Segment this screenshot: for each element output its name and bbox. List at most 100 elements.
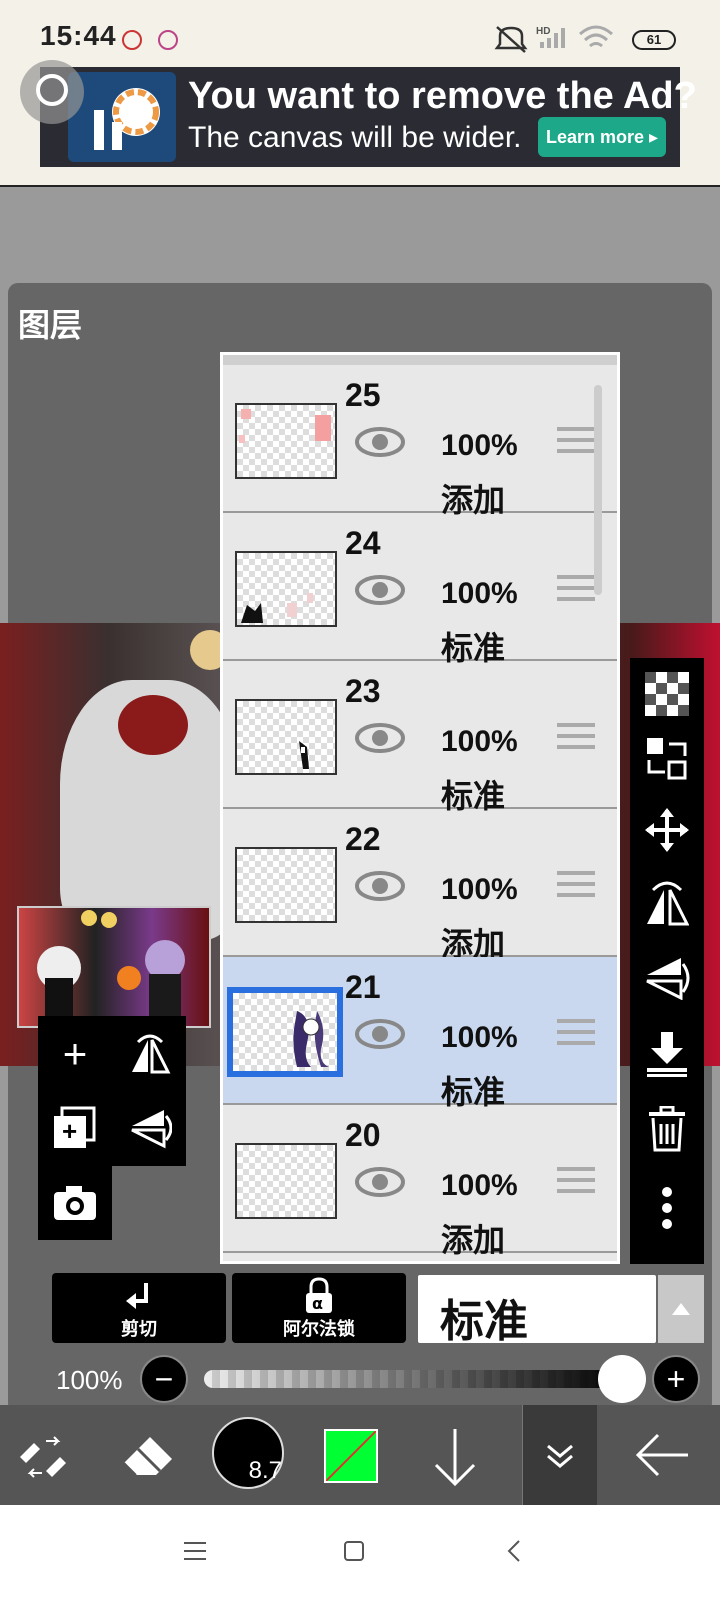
- layer-row[interactable]: 25 100% 添加: [223, 365, 617, 518]
- tool-switch-icon[interactable]: [16, 1433, 72, 1481]
- blend-mode-select[interactable]: 标准: [418, 1275, 656, 1346]
- layer-thumbnail[interactable]: [235, 699, 337, 775]
- layer-row[interactable]: 20 100% 添加: [223, 1105, 617, 1258]
- svg-text:HD: HD: [536, 26, 550, 37]
- swap-layer-icon[interactable]: [645, 736, 689, 780]
- opacity-decrease-button[interactable]: −: [140, 1355, 188, 1403]
- blend-mode-dropdown-arrow[interactable]: [658, 1275, 704, 1343]
- visibility-eye-icon[interactable]: [355, 871, 405, 901]
- layer-thumbnail[interactable]: [235, 1143, 337, 1219]
- flip-vertical-icon[interactable]: [645, 956, 691, 1000]
- back-icon[interactable]: [506, 1539, 522, 1563]
- layer-list[interactable]: 25 100% 添加 24 100% 标准 23 100% 标准 22 100%…: [220, 352, 620, 1264]
- bottom-toolbar: 8.7: [0, 1405, 720, 1505]
- layer-thumbnail[interactable]: [235, 403, 337, 479]
- color-swatch[interactable]: [324, 1429, 378, 1483]
- collapse-toggle-button[interactable]: [522, 1405, 597, 1505]
- layer-number: 21: [345, 969, 381, 1005]
- layer-blend-mode: 添加: [441, 1222, 506, 1258]
- opacity-increase-button[interactable]: +: [652, 1355, 700, 1403]
- layer-thumbnail[interactable]: [235, 847, 337, 923]
- eraser-icon[interactable]: [120, 1429, 176, 1481]
- layer-opacity: 100%: [441, 873, 518, 906]
- svg-text:+: +: [62, 1116, 77, 1146]
- clip-arrow-icon: [126, 1283, 148, 1309]
- move-icon[interactable]: [645, 808, 689, 852]
- add-layer-icon[interactable]: +: [38, 1030, 112, 1078]
- visibility-eye-icon[interactable]: [355, 1019, 405, 1049]
- merge-down-icon[interactable]: [645, 1030, 689, 1078]
- visibility-eye-icon[interactable]: [355, 723, 405, 753]
- system-navigation-bar: [0, 1505, 720, 1600]
- drag-handle-icon[interactable]: [557, 575, 595, 605]
- brush-size-button[interactable]: 8.7: [212, 1417, 284, 1489]
- layer-opacity: 100%: [441, 429, 518, 462]
- alpha-lock-button[interactable]: α 阿尔法锁: [232, 1273, 406, 1343]
- visibility-eye-icon[interactable]: [355, 427, 405, 457]
- layer-opacity: 100%: [441, 1021, 518, 1054]
- layer-row[interactable]: 22 100% 添加: [223, 809, 617, 962]
- opacity-label: 100%: [56, 1365, 123, 1395]
- flip-horizontal-icon[interactable]: [645, 880, 689, 928]
- layer-row[interactable]: 24 100% 标准: [223, 513, 617, 666]
- clipping-button[interactable]: 剪切: [52, 1273, 226, 1343]
- brush-size-value: 8.7: [248, 1457, 282, 1484]
- clipping-label: 剪切: [121, 1319, 157, 1339]
- camera-icon[interactable]: [52, 1184, 98, 1222]
- layer-number: 25: [345, 377, 381, 413]
- blend-mode-value: 标准: [440, 1297, 528, 1346]
- layer-thumbnail[interactable]: [227, 987, 343, 1077]
- visibility-eye-icon[interactable]: [355, 575, 405, 605]
- transparency-checker-icon[interactable]: [645, 672, 689, 716]
- svg-text:α: α: [312, 1294, 323, 1313]
- arrow-down-icon[interactable]: [432, 1427, 478, 1487]
- opacity-slider-knob[interactable]: [598, 1355, 646, 1403]
- battery-indicator: 61: [632, 30, 676, 50]
- layer-list-header: [223, 355, 617, 365]
- layer-number: 20: [345, 1117, 381, 1153]
- lock-icon: α: [306, 1277, 332, 1313]
- ad-dismiss-button[interactable]: [20, 60, 84, 124]
- layer-row-selected[interactable]: 21 100% 标准: [223, 957, 617, 1110]
- menu-icon[interactable]: [184, 1541, 206, 1561]
- layer-opacity: 100%: [441, 577, 518, 610]
- drag-handle-icon[interactable]: [557, 723, 595, 753]
- double-chevron-down-icon: [547, 1444, 573, 1468]
- layer-opacity: 100%: [441, 725, 518, 758]
- flip-vertical-icon[interactable]: [128, 1106, 172, 1150]
- visibility-eye-icon[interactable]: [355, 1167, 405, 1197]
- alpha-lock-label: 阿尔法锁: [283, 1319, 355, 1339]
- learn-more-button[interactable]: Learn more ▸: [538, 117, 666, 157]
- clock: 15:44: [40, 20, 117, 51]
- drag-handle-icon[interactable]: [557, 427, 595, 457]
- more-options-icon[interactable]: [660, 1186, 674, 1230]
- layer-thumbnail[interactable]: [235, 551, 337, 627]
- layer-list-scrollbar[interactable]: [594, 385, 602, 595]
- layer-number: 24: [345, 525, 381, 561]
- trash-icon[interactable]: [647, 1106, 687, 1152]
- layer-actions-toolbar: [630, 658, 704, 1264]
- ad-title: You want to remove the Ad?: [188, 75, 697, 117]
- layer-row[interactable]: 23 100% 标准: [223, 661, 617, 814]
- duplicate-layer-icon[interactable]: +: [52, 1106, 98, 1150]
- notification-icon: [122, 30, 142, 50]
- canvas-preview-thumbnail[interactable]: [17, 906, 211, 1028]
- opacity-slider[interactable]: [204, 1370, 624, 1388]
- flip-horizontal-icon[interactable]: [128, 1034, 172, 1074]
- drag-handle-icon[interactable]: [557, 1167, 595, 1197]
- drag-handle-icon[interactable]: [557, 1019, 595, 1049]
- back-arrow-icon[interactable]: [634, 1433, 690, 1477]
- home-icon[interactable]: [343, 1540, 365, 1562]
- ad-banner[interactable]: You want to remove the Ad? The canvas wi…: [40, 67, 697, 167]
- layer-opacity: 100%: [441, 1169, 518, 1202]
- signal-icon: HD: [536, 26, 565, 48]
- ad-subtitle: The canvas will be wider.: [188, 121, 522, 154]
- wifi-icon: [579, 25, 613, 48]
- drag-handle-icon[interactable]: [557, 871, 595, 901]
- app-logo: [68, 72, 176, 162]
- layer-number: 22: [345, 821, 381, 857]
- status-bar: 15:44 HD 61: [0, 0, 720, 70]
- artwork-rose: [118, 695, 188, 755]
- layer-number: 23: [345, 673, 381, 709]
- mute-icon: [494, 26, 528, 53]
